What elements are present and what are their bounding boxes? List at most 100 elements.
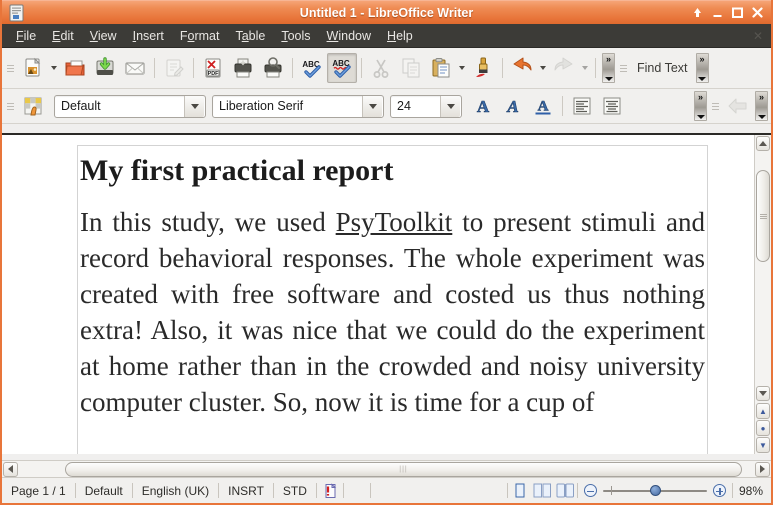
shade-window-button[interactable] (691, 6, 704, 19)
menu-insert[interactable]: Insert (125, 26, 172, 46)
print-button[interactable] (228, 53, 258, 83)
open-document-button[interactable] (60, 53, 90, 83)
close-button[interactable] (751, 6, 764, 19)
standard-toolbar-overflow-button[interactable]: » (602, 53, 615, 83)
scroll-up-arrow[interactable] (756, 136, 770, 151)
previous-page-button[interactable]: ▲ (756, 403, 770, 419)
multi-page-view-button[interactable] (533, 483, 552, 499)
font-size-value[interactable]: 24 (391, 99, 440, 113)
document-modified-icon[interactable] (317, 482, 343, 499)
menu-window[interactable]: Window (319, 26, 379, 46)
psytoolkit-link[interactable]: PsyToolkit (336, 207, 453, 237)
paragraph-style-value[interactable]: Default (55, 99, 184, 113)
underline-button[interactable]: A (528, 91, 558, 121)
horizontal-scrollbar[interactable]: ||| (2, 460, 771, 477)
navigation-button[interactable]: ● (756, 420, 770, 436)
menubar-close-document-icon[interactable]: ✕ (753, 29, 771, 43)
formatting-toolbar-grip[interactable] (6, 95, 15, 117)
navigation-buttons: ▲ ● ▼ (755, 402, 771, 454)
toolbar-separator (292, 58, 293, 78)
new-document-button[interactable] (18, 53, 48, 83)
vertical-scroll-track[interactable] (755, 152, 771, 385)
back-arrow-button[interactable] (723, 91, 753, 121)
new-document-dropdown[interactable] (48, 54, 60, 82)
status-page-number[interactable]: Page 1 / 1 (2, 484, 75, 498)
zoom-control (578, 484, 732, 497)
find-toolbar-overflow-button[interactable]: » (695, 53, 709, 83)
font-name-value[interactable]: Liberation Serif (213, 99, 362, 113)
bold-button[interactable]: A (468, 91, 498, 121)
maximize-button[interactable] (731, 6, 744, 19)
export-pdf-button[interactable]: PDF (198, 53, 228, 83)
autospellcheck-button[interactable]: ABC (327, 53, 357, 83)
undo-button[interactable] (507, 53, 537, 83)
vertical-scroll-thumb[interactable] (756, 170, 770, 262)
text-boundary-frame[interactable]: My first practical report In this study,… (77, 145, 708, 454)
find-toolbar-grip[interactable] (619, 57, 628, 79)
single-page-view-button[interactable] (510, 483, 529, 499)
chevron-double-right-icon: » (758, 92, 764, 102)
chevron-double-right-icon: » (697, 92, 703, 102)
paragraph-style-combo[interactable]: Default (54, 94, 206, 118)
scroll-left-arrow[interactable] (3, 461, 18, 477)
menu-tools[interactable]: Tools (273, 26, 318, 46)
formatting-toolbar-overflow-button[interactable]: » (694, 91, 707, 121)
document-page[interactable]: My first practical report In this study,… (2, 135, 754, 454)
email-document-button[interactable] (120, 53, 150, 83)
menu-view[interactable]: View (82, 26, 125, 46)
toolbar-separator (154, 58, 155, 78)
cut-button[interactable] (366, 53, 396, 83)
spelling-button[interactable]: ABC (297, 53, 327, 83)
save-document-button[interactable] (90, 53, 120, 83)
italic-button[interactable]: A (498, 91, 528, 121)
menu-edit[interactable]: Edit (44, 26, 82, 46)
print-preview-button[interactable] (258, 53, 288, 83)
extra-toolbar-grip[interactable] (711, 95, 720, 117)
document-title[interactable]: My first practical report (78, 154, 707, 188)
font-name-combo[interactable]: Liberation Serif (212, 94, 384, 118)
zoom-out-icon[interactable] (583, 484, 597, 497)
paragraph-style-icon[interactable] (18, 91, 48, 121)
zoom-slider-handle[interactable] (649, 485, 661, 496)
svg-text:A: A (538, 99, 549, 115)
book-view-button[interactable] (556, 483, 575, 499)
edit-mode-button[interactable] (159, 53, 189, 83)
zoom-in-icon[interactable] (712, 484, 726, 497)
document-paragraph[interactable]: In this study, we used PsyToolkit to pre… (78, 204, 707, 421)
align-left-button[interactable] (567, 91, 597, 121)
undo-dropdown[interactable] (537, 54, 549, 82)
paste-dropdown[interactable] (456, 54, 468, 82)
font-name-dropdown-button[interactable] (362, 95, 382, 117)
toolbar-separator (361, 58, 362, 78)
vertical-scrollbar[interactable]: ▲ ● ▼ (754, 135, 771, 454)
font-size-combo[interactable]: 24 (390, 94, 462, 118)
redo-button[interactable] (549, 53, 579, 83)
menu-format[interactable]: Format (172, 26, 228, 46)
status-language[interactable]: English (UK) (133, 484, 218, 498)
next-page-button[interactable]: ▼ (756, 437, 770, 453)
paste-button[interactable] (426, 53, 456, 83)
paragraph-style-dropdown-button[interactable] (184, 95, 204, 117)
menu-table[interactable]: Table (227, 26, 273, 46)
menu-help[interactable]: Help (379, 26, 421, 46)
menu-file[interactable]: File (8, 26, 44, 46)
scroll-down-arrow[interactable] (756, 386, 770, 401)
redo-dropdown[interactable] (579, 54, 591, 82)
zoom-slider[interactable] (602, 484, 707, 497)
clone-formatting-button[interactable] (468, 53, 498, 83)
scroll-right-arrow[interactable] (755, 461, 770, 477)
align-center-button[interactable] (597, 91, 627, 121)
font-size-dropdown-button[interactable] (440, 95, 460, 117)
copy-button[interactable] (396, 53, 426, 83)
status-insert-mode[interactable]: INSRT (219, 484, 273, 498)
find-text-input[interactable]: Find Text (631, 61, 694, 75)
zoom-level-value[interactable]: 98% (733, 484, 771, 498)
extra-toolbar-overflow-button[interactable]: » (755, 91, 768, 121)
paragraph-text-before-link: In this study, we used (80, 206, 336, 237)
horizontal-scroll-thumb[interactable]: ||| (65, 461, 742, 477)
status-page-style[interactable]: Default (76, 484, 132, 498)
minimize-button[interactable] (711, 6, 724, 19)
toolbar-grip[interactable] (6, 57, 15, 79)
horizontal-scroll-track[interactable]: ||| (19, 461, 754, 477)
status-selection-mode[interactable]: STD (274, 484, 316, 498)
